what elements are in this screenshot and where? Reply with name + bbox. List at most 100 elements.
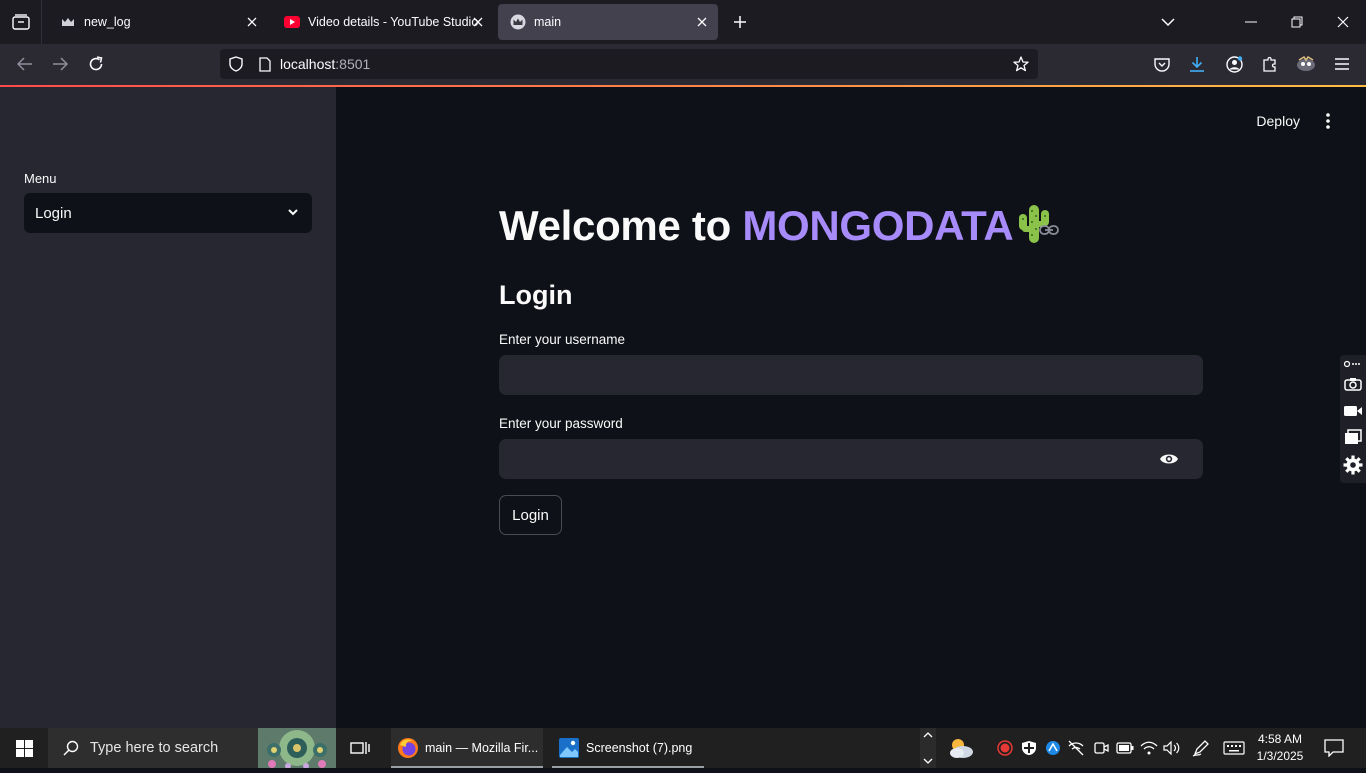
search-highlight-image — [258, 728, 336, 768]
url-port: :8501 — [335, 56, 371, 72]
streamlit-crown-icon — [510, 14, 526, 30]
show-password-eye-icon[interactable] — [1158, 449, 1180, 469]
notification-center-button[interactable] — [1322, 736, 1346, 760]
menu-select[interactable]: Login — [24, 193, 312, 233]
search-icon — [62, 739, 80, 757]
capture-toolbar — [1340, 355, 1366, 483]
close-window-button[interactable] — [1320, 0, 1366, 44]
gear-icon[interactable] — [1343, 455, 1363, 475]
system-clock[interactable]: 4:58 AM 1/3/2025 — [1254, 731, 1306, 765]
tab-title: Video details - YouTube Studio — [308, 15, 479, 29]
close-tab-icon[interactable] — [694, 14, 710, 30]
main-menu-button[interactable] — [1320, 111, 1336, 131]
more-vertical-icon — [1326, 113, 1330, 129]
close-tab-icon[interactable] — [244, 14, 260, 30]
search-placeholder: Type here to search — [90, 740, 219, 756]
menu-selected-value: Login — [35, 204, 72, 222]
username-label: Enter your username — [499, 332, 626, 347]
bookmark-star-icon[interactable] — [1012, 55, 1030, 73]
taskbar-search[interactable]: Type here to search — [48, 728, 336, 768]
puzzle-icon — [1263, 56, 1276, 72]
toolbar-more-icon[interactable] — [1343, 357, 1363, 371]
username-input[interactable] — [499, 355, 1203, 395]
hamburger-menu-icon — [1335, 58, 1349, 70]
tab-new-log[interactable]: new_log — [48, 4, 268, 40]
meet-camera-icon[interactable] — [1091, 738, 1111, 758]
chevron-down-icon — [286, 205, 300, 223]
menu-label: Menu — [24, 171, 57, 186]
windows-logo-icon — [15, 739, 33, 757]
photos-icon — [559, 738, 579, 758]
arrow-left-icon — [17, 57, 32, 71]
wifi-icon[interactable] — [1139, 738, 1159, 758]
firefox-icon — [398, 738, 418, 758]
extensions-button[interactable] — [1255, 50, 1285, 78]
taskbar-app-photos[interactable]: Screenshot (7).png — [552, 728, 704, 768]
page-title: Welcome to MONGODATA — [499, 202, 1051, 254]
downloads-button[interactable] — [1182, 50, 1212, 78]
pen-icon[interactable] — [1191, 738, 1211, 758]
keyboard-icon[interactable] — [1222, 738, 1246, 758]
back-button[interactable] — [10, 50, 40, 78]
app-tray-icon[interactable] — [1043, 738, 1063, 758]
security-shield-icon[interactable] — [1019, 738, 1039, 758]
chevron-down-icon — [1161, 18, 1175, 26]
task-view-button[interactable] — [348, 736, 372, 760]
reload-icon — [89, 56, 103, 71]
battery-icon[interactable] — [1115, 738, 1135, 758]
shield-icon[interactable] — [228, 56, 244, 72]
pocket-button[interactable] — [1147, 50, 1177, 78]
navigation-toolbar: localhost:8501 — [0, 44, 1366, 85]
chevron-up-down-icon — [923, 732, 933, 764]
minimize-icon — [1245, 21, 1257, 23]
camera-icon[interactable] — [1343, 374, 1363, 394]
browser-tab-bar: new_log Video details - YouTube Studio m… — [0, 0, 1366, 44]
tray-overflow-scroll[interactable] — [920, 728, 936, 768]
title-prefix: Welcome to — [499, 202, 743, 249]
close-icon — [1337, 16, 1349, 28]
extension-avatar-button[interactable] — [1291, 50, 1321, 78]
volume-icon[interactable] — [1162, 738, 1182, 758]
record-icon[interactable] — [995, 738, 1015, 758]
download-icon — [1190, 57, 1204, 72]
forward-button[interactable] — [45, 50, 75, 78]
taskbar-app-firefox[interactable]: main — Mozilla Fir... — [391, 728, 543, 768]
clock-time: 4:58 AM — [1257, 732, 1303, 746]
tab-main[interactable]: main — [498, 4, 718, 40]
network-disconnected-icon[interactable] — [1066, 738, 1086, 758]
deploy-button[interactable]: Deploy — [1256, 113, 1300, 129]
login-button[interactable]: Login — [499, 495, 562, 535]
main-content: Deploy Welcome to MONGODATA Login Enter … — [336, 87, 1366, 728]
restore-button[interactable] — [1274, 0, 1320, 44]
notification-icon — [1324, 739, 1344, 757]
brand-name: MONGODATA — [742, 202, 1014, 249]
app-menu-button[interactable] — [1327, 50, 1357, 78]
url-text: localhost:8501 — [280, 56, 370, 72]
taskbar-app-label: main — Mozilla Fir... — [425, 741, 539, 755]
password-input[interactable] — [499, 439, 1203, 479]
clock-date: 1/3/2025 — [1256, 749, 1304, 763]
url-host: localhost — [280, 56, 336, 72]
link-icon[interactable] — [1039, 223, 1061, 239]
video-camera-icon[interactable] — [1343, 401, 1363, 421]
plus-icon — [734, 16, 746, 28]
start-button[interactable] — [0, 728, 48, 768]
account-button[interactable] — [1219, 50, 1249, 78]
page-icon[interactable] — [258, 56, 272, 72]
arrow-right-icon — [53, 57, 68, 71]
windows-icon[interactable] — [1343, 427, 1363, 447]
close-tab-icon[interactable] — [470, 14, 486, 30]
reload-button[interactable] — [81, 50, 111, 78]
firefox-view-icon — [11, 14, 30, 30]
new-tab-button[interactable] — [728, 10, 752, 34]
list-all-tabs-button[interactable] — [1145, 0, 1191, 44]
weather-icon[interactable] — [946, 735, 976, 761]
minimize-button[interactable] — [1228, 0, 1274, 44]
tab-youtube-studio[interactable]: Video details - YouTube Studio — [272, 4, 494, 40]
tab-title: main — [534, 15, 562, 29]
address-bar[interactable]: localhost:8501 — [220, 49, 1038, 79]
task-view-icon — [350, 742, 370, 754]
account-icon — [1225, 55, 1243, 73]
firefox-view-button[interactable] — [0, 0, 42, 44]
taskbar: Type here to search main — Mozilla Fir..… — [0, 728, 1366, 768]
